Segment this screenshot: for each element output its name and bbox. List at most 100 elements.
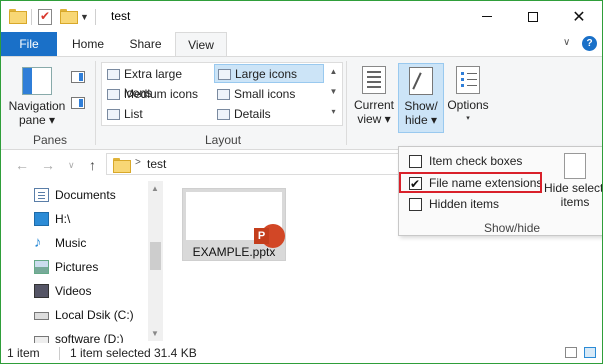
- details-view-icon[interactable]: [565, 347, 577, 358]
- large-icons-view-icon[interactable]: [584, 347, 596, 358]
- nav-item-label: Music: [55, 236, 87, 250]
- nav-item-music[interactable]: ♪ Music: [34, 233, 86, 253]
- hide-selected-items-button[interactable]: Hide selecte items: [544, 153, 602, 209]
- file-item[interactable]: P EXAMPLE.pptx: [182, 188, 286, 261]
- layout-large-icons[interactable]: Large icons: [214, 64, 324, 83]
- powerpoint-badge: P: [254, 228, 269, 244]
- show-hide-button[interactable]: Show/ hide ▾: [398, 63, 444, 133]
- tab-view[interactable]: View: [175, 32, 227, 57]
- layout-item-label: Medium icons: [124, 87, 199, 101]
- nav-scrollbar-thumb[interactable]: [150, 242, 161, 270]
- videos-icon: [34, 284, 49, 298]
- forward-arrow-icon[interactable]: →: [41, 157, 55, 173]
- breadcrumb[interactable]: test: [147, 157, 166, 171]
- status-item-count: 1 item: [7, 346, 40, 360]
- recent-dropdown-icon[interactable]: ∨: [68, 160, 75, 171]
- details-icon: [217, 109, 230, 120]
- layout-gallery: Extra large icons Large icons Medium ico…: [101, 62, 343, 126]
- chevron-down-icon[interactable]: ∨: [563, 37, 570, 48]
- nav-item-pictures[interactable]: Pictures: [34, 257, 98, 277]
- nav-item-documents[interactable]: Documents: [34, 185, 116, 205]
- minimize-icon: [482, 16, 492, 17]
- large-icons-icon: [218, 69, 231, 80]
- options-button[interactable]: Options ▾: [444, 63, 492, 133]
- scroll-down-icon[interactable]: ▼: [326, 82, 341, 102]
- medium-icons-icon: [107, 89, 120, 100]
- file-name: EXAMPLE.pptx: [192, 245, 276, 259]
- options-dropdown-icon: ▾: [466, 115, 470, 122]
- hide-selected-label-line1: Hide selecte: [544, 181, 602, 195]
- layout-list[interactable]: List: [104, 105, 212, 124]
- breadcrumb-chevron-icon[interactable]: >: [135, 157, 141, 168]
- current-view-icon: [362, 66, 386, 94]
- maximize-button[interactable]: [510, 1, 556, 32]
- expand-gallery-icon[interactable]: ▾: [326, 102, 341, 122]
- nav-item-local-disk-c[interactable]: Local Dsik (C:): [34, 305, 134, 325]
- layout-details[interactable]: Details: [214, 105, 324, 124]
- tab-file[interactable]: File: [1, 32, 57, 56]
- ribbon: Navigation pane ▾ Panes Extra large icon…: [1, 56, 602, 150]
- documents-icon: [34, 188, 49, 202]
- layout-item-label: Large icons: [235, 67, 298, 81]
- title-bar: ▼ test ✕: [1, 1, 602, 32]
- ribbon-tabs: File Home Share View ∨ ?: [1, 32, 602, 57]
- panes-group-label: Panes: [33, 133, 68, 147]
- nav-item-label: Pictures: [55, 260, 99, 274]
- minimize-button[interactable]: [464, 1, 510, 32]
- item-check-boxes-checkbox[interactable]: [409, 155, 422, 168]
- properties-icon[interactable]: [38, 9, 54, 25]
- status-size: 31.4 KB: [154, 346, 197, 360]
- navigation-pane-label-line1: Navigation: [8, 99, 66, 113]
- layout-scroll[interactable]: ▲ ▼ ▾: [326, 62, 341, 126]
- layout-medium-icons[interactable]: Medium icons: [104, 85, 212, 104]
- new-folder-icon[interactable]: [60, 9, 78, 25]
- qat-dropdown-icon[interactable]: ▼: [80, 12, 89, 22]
- item-check-boxes-option[interactable]: Item check boxes: [409, 152, 522, 170]
- help-icon[interactable]: ?: [582, 36, 597, 51]
- show-hide-icon: [409, 67, 433, 95]
- details-pane-icon[interactable]: [71, 97, 85, 109]
- back-arrow-icon[interactable]: ←: [15, 157, 29, 173]
- hidden-items-option[interactable]: Hidden items: [409, 195, 499, 213]
- nav-item-label: Local Dsik (C:): [55, 308, 134, 322]
- up-arrow-icon[interactable]: ↑: [89, 157, 96, 173]
- current-view-button[interactable]: Current view ▾: [351, 63, 397, 133]
- scroll-up-icon[interactable]: ▲: [151, 184, 159, 193]
- highlight-box: [399, 172, 542, 193]
- status-selected: 1 item selected: [70, 346, 151, 360]
- maximize-icon: [528, 11, 538, 22]
- address-bar[interactable]: > test: [106, 153, 406, 175]
- nav-item-label: Documents: [55, 188, 116, 202]
- layout-extra-large-icons[interactable]: Extra large icons: [104, 65, 212, 100]
- show-hide-label-line1: Show/: [404, 99, 438, 113]
- current-view-label-line2: view ▾: [357, 112, 391, 126]
- hidden-items-checkbox[interactable]: [409, 198, 422, 211]
- layout-item-label: List: [124, 107, 143, 121]
- explorer-window: ▼ test ✕ File Home Share View ∨ ? Naviga…: [0, 0, 603, 364]
- folder-icon: [9, 9, 27, 25]
- preview-pane-icon[interactable]: [71, 71, 85, 83]
- tab-share[interactable]: Share: [118, 32, 173, 56]
- layout-group-label: Layout: [205, 133, 242, 147]
- pictures-icon: [34, 260, 49, 274]
- navigation-pane-button[interactable]: Navigation pane ▾: [7, 63, 67, 127]
- scroll-up-icon[interactable]: ▲: [326, 62, 341, 82]
- qat-divider: [94, 9, 96, 25]
- nav-item-h-drive[interactable]: H:\: [34, 209, 70, 229]
- folder-icon: [113, 158, 131, 173]
- close-button[interactable]: ✕: [556, 1, 602, 32]
- layout-small-icons[interactable]: Small icons: [214, 85, 324, 104]
- navigation-pane: Documents H:\ ♪ Music Pictures Videos Lo…: [1, 181, 163, 346]
- extra-large-icons-icon: [107, 69, 120, 80]
- show-hide-label-line2: hide ▾: [404, 113, 438, 127]
- tab-home[interactable]: Home: [60, 32, 116, 56]
- options-icon: [456, 66, 480, 94]
- current-view-label-line1: Current: [353, 98, 394, 112]
- navigation-pane-label-line2: pane ▾: [18, 113, 56, 127]
- music-icon: ♪: [34, 234, 42, 251]
- nav-item-videos[interactable]: Videos: [34, 281, 91, 301]
- layout-item-label: Details: [234, 107, 271, 121]
- ribbon-divider: [95, 61, 96, 145]
- scroll-down-icon[interactable]: ▼: [151, 329, 159, 338]
- ribbon-divider: [346, 61, 347, 145]
